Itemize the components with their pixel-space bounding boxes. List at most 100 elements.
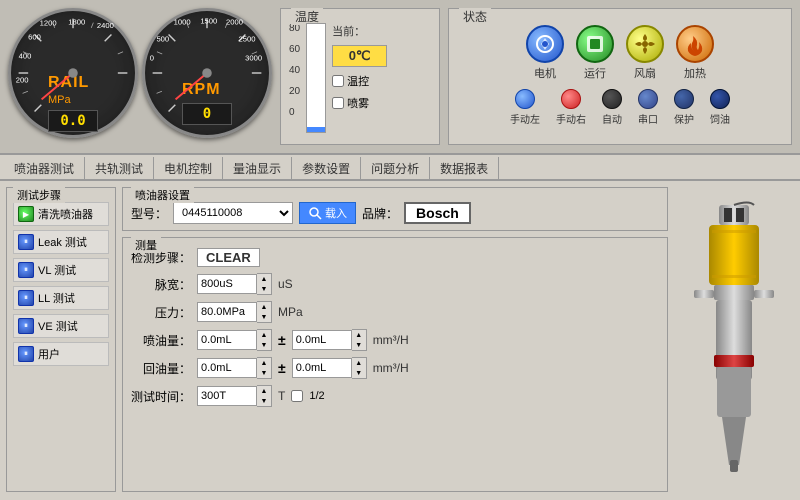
injection-vol2-input[interactable] xyxy=(292,330,352,350)
measurement-title: 测量 xyxy=(131,237,161,253)
svg-text:600: 600 xyxy=(28,33,41,42)
vl-test-btn[interactable]: ⏸ VL 测试 xyxy=(13,258,109,282)
pressure-up-btn[interactable]: ▲ xyxy=(257,302,271,312)
pause-icon-3: ⏸ xyxy=(18,318,34,334)
inj-vol2-up[interactable]: ▲ xyxy=(352,330,366,340)
injector-image xyxy=(674,187,794,492)
manual-left-dot[interactable] xyxy=(515,89,535,109)
ll-test-btn[interactable]: ⏸ LL 测试 xyxy=(13,286,109,310)
half-checkbox[interactable] xyxy=(291,390,303,402)
ve-test-label: VE 测试 xyxy=(38,318,78,334)
pulse-down-btn[interactable]: ▼ xyxy=(257,284,271,294)
clean-injector-btn[interactable]: ▶ 清洗喷油器 xyxy=(13,202,109,226)
rpm-gauge: 500 1000 0 1500 2000 2500 3000 RPM 0 xyxy=(142,8,272,138)
fuel-dot[interactable] xyxy=(710,89,730,109)
top-panel: 600 1200 400 1800 200 2400 RAIL MPa 0.0 xyxy=(0,0,800,155)
fan-label: 风扇 xyxy=(634,65,656,81)
return-oil2-down[interactable]: ▼ xyxy=(352,368,366,378)
injector-settings-title: 喷油器设置 xyxy=(131,187,194,203)
svg-text:500: 500 xyxy=(156,35,169,44)
return-oil-input[interactable] xyxy=(197,358,257,378)
left-sidebar: 测试步骤 ▶ 清洗喷油器 ⏸ Leak 测试 ⏸ VL 测试 ⏸ LL 测试 ⏸… xyxy=(6,187,116,492)
test-time-unit: T xyxy=(278,389,285,403)
svg-text:1000: 1000 xyxy=(174,17,191,26)
center-panel: 喷油器设置 型号： 0445110008 载入 品牌： Bosch 测量 检测步… xyxy=(122,187,668,492)
model-select[interactable]: 0445110008 xyxy=(173,202,293,224)
test-time-row: 测试时间： ▲ ▼ T 1/2 xyxy=(131,385,659,407)
tab-motor-control[interactable]: 电机控制 xyxy=(154,157,223,179)
load-label: 载入 xyxy=(325,205,347,221)
sidebar-title: 测试步骤 xyxy=(13,187,65,203)
motor-icon[interactable] xyxy=(526,25,564,63)
temp-bar xyxy=(306,23,326,133)
pressure-down-btn[interactable]: ▼ xyxy=(257,312,271,322)
pulse-width-label: 脉宽： xyxy=(131,276,191,293)
return-oil-spinner: ▲ ▼ xyxy=(197,357,272,379)
svg-text:1500: 1500 xyxy=(200,16,217,25)
ve-test-btn[interactable]: ⏸ VE 测试 xyxy=(13,314,109,338)
return-oil2-up[interactable]: ▲ xyxy=(352,358,366,368)
fuel-label: 饲油 xyxy=(710,111,730,126)
user-label: 用户 xyxy=(38,346,60,362)
test-time-up[interactable]: ▲ xyxy=(257,386,271,396)
brand-label: 品牌： xyxy=(362,205,398,222)
return-oil2-input[interactable] xyxy=(292,358,352,378)
gauge-container: 600 1200 400 1800 200 2400 RAIL MPa 0.0 xyxy=(8,8,272,145)
inj-vol-up[interactable]: ▲ xyxy=(257,330,271,340)
pulse-width-input[interactable] xyxy=(197,274,257,294)
tab-oil-display[interactable]: 量油显示 xyxy=(223,157,292,179)
dot-protect: 保护 xyxy=(674,89,694,126)
return-oil-up[interactable]: ▲ xyxy=(257,358,271,368)
return-oil-down[interactable]: ▼ xyxy=(257,368,271,378)
tab-injector-test[interactable]: 喷油器测试 xyxy=(4,157,85,179)
injector-diagram xyxy=(684,200,784,480)
heat-icon-item: 加热 xyxy=(676,25,714,81)
tab-rail-test[interactable]: 共轨测试 xyxy=(85,157,154,179)
heat-icon[interactable] xyxy=(676,25,714,63)
injection-vol-input[interactable] xyxy=(197,330,257,350)
pulse-width-spinner: ▲ ▼ xyxy=(197,273,272,295)
leak-test-label: Leak 测试 xyxy=(38,234,87,250)
pulse-width-row: 脉宽： ▲ ▼ uS xyxy=(131,273,659,295)
manual-right-dot[interactable] xyxy=(561,89,581,109)
tab-problem-analysis[interactable]: 问题分析 xyxy=(361,157,430,179)
pulse-up-btn[interactable]: ▲ xyxy=(257,274,271,284)
injection-volume-label: 喷油量： xyxy=(131,332,191,349)
clear-button[interactable]: CLEAR xyxy=(197,248,260,267)
test-time-label: 测试时间： xyxy=(131,388,191,405)
temp-control-row: 温控 xyxy=(332,73,387,89)
temp-control-checkbox[interactable] xyxy=(332,75,344,87)
run-icon[interactable] xyxy=(576,25,614,63)
tab-param-settings[interactable]: 参数设置 xyxy=(292,157,361,179)
search-icon xyxy=(308,206,322,220)
auto-dot[interactable] xyxy=(602,89,622,109)
test-time-spinner: ▲ ▼ xyxy=(197,385,272,407)
pressure-input[interactable] xyxy=(197,302,257,322)
temp-scale: 80 60 40 20 0 xyxy=(289,23,300,133)
spray-checkbox[interactable] xyxy=(332,97,344,109)
protect-dot[interactable] xyxy=(674,89,694,109)
inj-vol2-down[interactable]: ▼ xyxy=(352,340,366,350)
serial-dot[interactable] xyxy=(638,89,658,109)
fan-icon[interactable] xyxy=(626,25,664,63)
temp-control-label: 温控 xyxy=(347,73,369,89)
load-btn[interactable]: 载入 xyxy=(299,202,356,224)
status-title: 状态 xyxy=(459,8,491,25)
user-btn[interactable]: ⏸ 用户 xyxy=(13,342,109,366)
test-time-input[interactable] xyxy=(197,386,257,406)
run-label: 运行 xyxy=(584,65,606,81)
svg-text:0: 0 xyxy=(150,54,154,63)
injection-unit: mm³/H xyxy=(373,333,409,347)
tab-data-report[interactable]: 数据报表 xyxy=(430,157,499,179)
return-oil2-spinner: ▲ ▼ xyxy=(292,357,367,379)
rail-gauge: 600 1200 400 1800 200 2400 RAIL MPa 0.0 xyxy=(8,8,138,138)
model-label: 型号： xyxy=(131,205,167,222)
status-icons-row: 电机 运行 风扇 加热 xyxy=(457,25,783,81)
inj-vol-down[interactable]: ▼ xyxy=(257,340,271,350)
test-time-down[interactable]: ▼ xyxy=(257,396,271,406)
leak-test-btn[interactable]: ⏸ Leak 测试 xyxy=(13,230,109,254)
injection-vol2-spinner: ▲ ▼ xyxy=(292,329,367,351)
vl-test-label: VL 测试 xyxy=(38,262,76,278)
status-dots-row: 手动左 手动右 自动 串口 保护 饲油 xyxy=(457,89,783,126)
ll-test-label: LL 测试 xyxy=(38,290,75,306)
